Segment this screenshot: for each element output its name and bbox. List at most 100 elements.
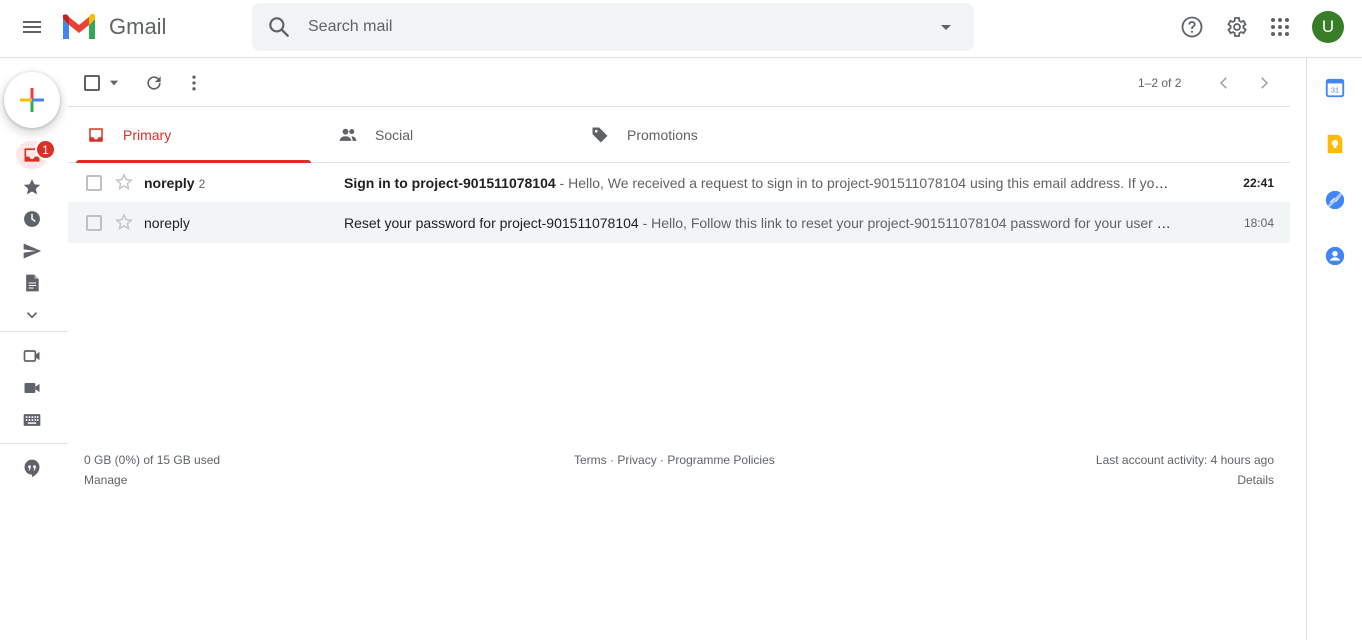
thread-count: 2 [198,177,206,191]
nav-starred[interactable] [16,173,48,201]
more-actions-button[interactable] [181,70,207,96]
search-bar[interactable] [252,3,974,51]
list-toolbar: 1–2 of 2 [68,58,1290,107]
refresh-button[interactable] [141,70,167,96]
google-apps-button[interactable] [1260,7,1300,47]
more-vert-icon [192,75,196,91]
privacy-link[interactable]: Privacy [617,453,656,467]
sender-name: noreply [144,175,195,191]
left-navigation-rail: 1 [0,58,68,640]
chevron-right-icon [1261,77,1269,89]
email-content: Reset your password for project-90151107… [344,215,1176,231]
nav-hangouts[interactable] [16,454,48,482]
hamburger-menu-icon [23,21,41,33]
email-snippet: - Hello, Follow this link to reset your … [638,215,1176,231]
tasks-addon-button[interactable] [1323,188,1347,212]
tab-label: Social [375,127,414,143]
email-subject: Sign in to project-901511078104 [344,175,556,191]
email-time: 18:04 [1243,216,1274,230]
nav-keyboard-shortcuts[interactable] [16,406,48,434]
calendar-addon-button[interactable]: 31 [1323,76,1347,100]
rail-divider [0,443,68,444]
star-outline-icon[interactable] [114,212,134,232]
star-icon [23,179,41,195]
email-content: Sign in to project-901511078104 - Hello,… [344,175,1176,191]
email-list: noreply 2 Sign in to project-901511078104… [68,163,1290,243]
inbox-unread-badge: 1 [35,139,56,160]
people-icon [338,125,358,145]
nav-sent[interactable] [16,237,48,265]
calendar-icon: 31 [1325,78,1345,98]
support-button[interactable] [1172,7,1212,47]
search-icon[interactable] [266,14,292,40]
main-menu-button[interactable] [12,7,52,47]
older-page-button[interactable] [1251,70,1277,96]
send-icon [23,243,42,259]
nav-snoozed[interactable] [16,205,48,233]
tab-social[interactable]: Social [328,107,580,163]
email-row[interactable]: noreply 2 Sign in to project-901511078104… [68,163,1290,203]
video-camera-outline-icon [23,350,40,362]
chevron-down-icon [26,312,38,319]
tab-label: Primary [123,127,172,143]
terms-link[interactable]: Terms [574,453,607,467]
search-options-dropdown-icon[interactable] [934,15,958,39]
select-all-checkbox[interactable] [82,70,102,96]
nav-drafts[interactable] [16,269,48,297]
gmail-m-icon [63,13,95,39]
nav-join-meeting[interactable] [16,374,48,402]
select-options-dropdown[interactable] [104,70,124,96]
storage-usage: 0 GB (0%) of 15 GB used [84,453,221,467]
keyboard-icon [23,414,41,426]
account-activity: Last account activity: 4 hours ago Detai… [1096,450,1274,490]
account-avatar[interactable]: U [1312,11,1344,43]
hangouts-quote-icon [24,459,40,478]
settings-button[interactable] [1216,7,1256,47]
tab-label: Promotions [627,127,698,143]
svg-text:31: 31 [1331,86,1339,95]
tab-promotions[interactable]: Promotions [580,107,832,163]
contacts-person-icon [1325,246,1345,266]
email-subject: Reset your password for project-90151107… [344,215,639,231]
email-sender: noreply 2 [144,175,205,191]
apps-grid-icon [1271,18,1289,36]
email-sender: noreply [144,215,194,231]
legal-links: Terms · Privacy · Programme Policies [574,450,775,470]
gear-icon [1227,17,1247,37]
last-activity-text: Last account activity: 4 hours ago [1095,453,1274,467]
help-icon [1181,16,1203,38]
email-row[interactable]: noreply Reset your password for project-… [68,203,1290,243]
video-camera-icon [24,383,40,393]
storage-info: 0 GB (0%) of 15 GB used Manage [84,450,220,490]
contacts-addon-button[interactable] [1323,244,1347,268]
email-time: 22:41 [1243,176,1274,190]
keep-bulb-icon [1327,134,1343,154]
checkbox-square [84,75,100,91]
caret-down-icon [109,80,119,86]
compose-button[interactable] [4,72,60,128]
keep-addon-button[interactable] [1323,132,1347,156]
chevron-left-icon [1219,77,1227,89]
newer-page-button[interactable] [1211,70,1237,96]
plus-icon [20,88,44,112]
nav-more[interactable] [16,301,48,329]
tag-icon [590,125,610,145]
row-checkbox[interactable] [86,215,102,231]
manage-storage-link[interactable]: Manage [84,470,220,490]
pagination-label: 1–2 of 2 [1138,76,1182,90]
rail-divider [0,331,68,332]
gmail-logo[interactable]: Gmail [61,12,166,42]
search-input[interactable] [308,15,908,39]
programme-policies-link[interactable]: Programme Policies [667,453,774,467]
category-tabs: Primary Social Promotions [68,107,1290,163]
refresh-icon [147,76,161,90]
activity-details-link[interactable]: Details [1096,470,1274,490]
nav-new-meeting[interactable] [16,342,48,370]
tasks-check-icon [1325,190,1345,210]
row-checkbox[interactable] [86,175,102,191]
draft-file-icon [26,274,39,292]
star-outline-icon[interactable] [114,172,134,192]
inbox-icon [86,125,106,145]
tab-primary[interactable]: Primary [76,107,311,163]
clock-icon [24,211,40,227]
